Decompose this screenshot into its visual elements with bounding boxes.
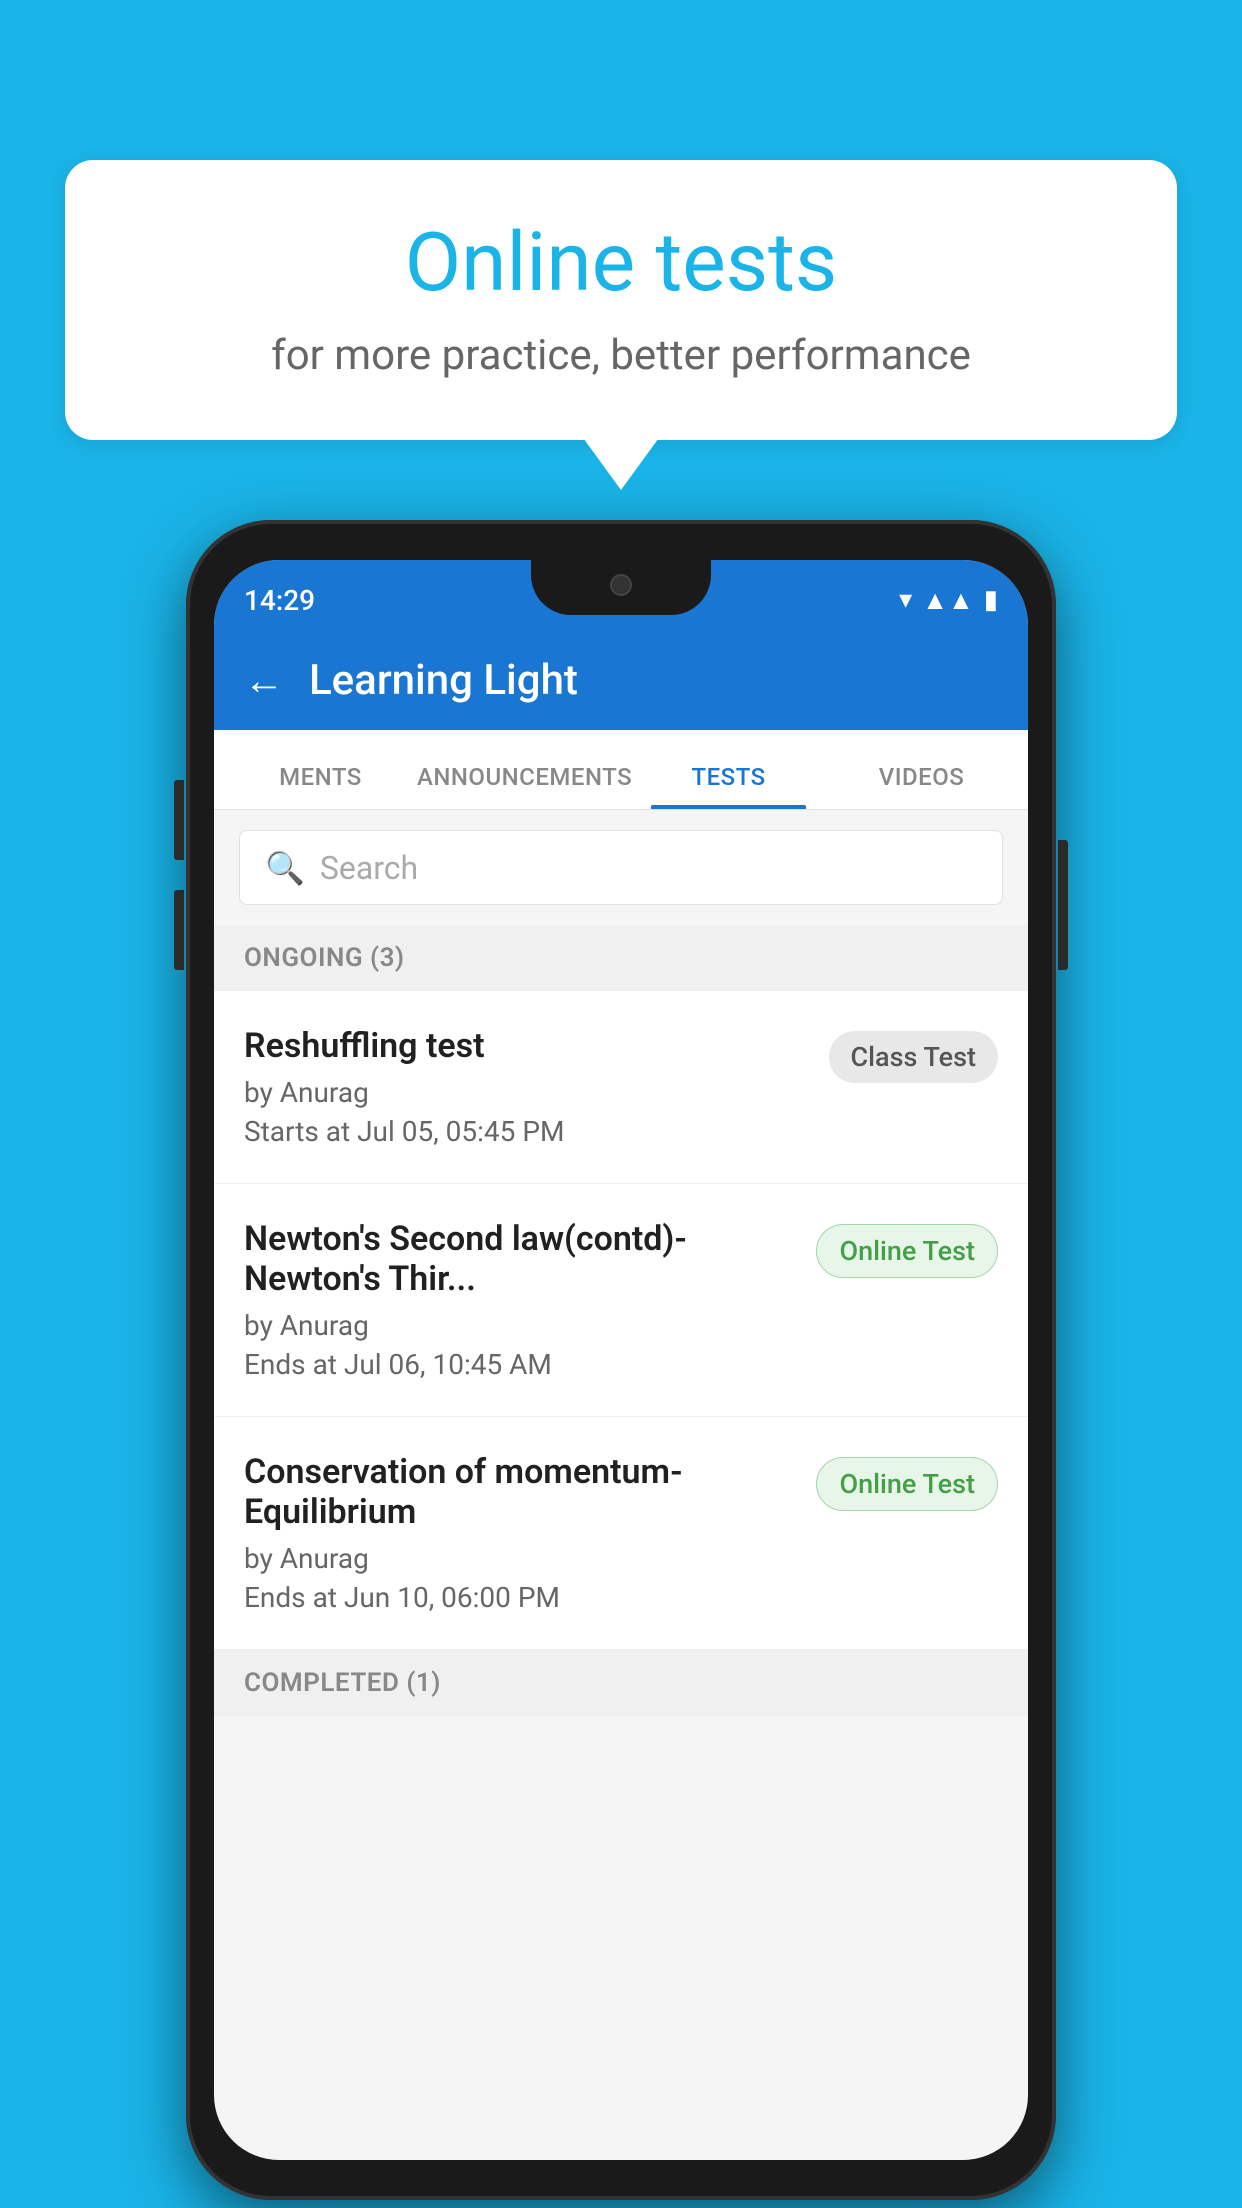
bubble-subtitle: for more practice, better performance (125, 331, 1117, 380)
status-icons: ▾ ▲▲ ▮ (899, 585, 998, 616)
test-badge: Online Test (816, 1457, 998, 1511)
test-time: Ends at Jun 10, 06:00 PM (244, 1581, 796, 1614)
tab-ments[interactable]: MENTS (224, 763, 417, 809)
speech-bubble: Online tests for more practice, better p… (65, 160, 1177, 440)
ongoing-section-header: ONGOING (3) (214, 925, 1028, 991)
test-author: by Anurag (244, 1542, 796, 1575)
test-item[interactable]: Reshuffling test by Anurag Starts at Jul… (214, 991, 1028, 1184)
bubble-title: Online tests (125, 215, 1117, 311)
test-info: Newton's Second law(contd)-Newton's Thir… (244, 1219, 816, 1381)
app-bar-title: Learning Light (309, 656, 578, 705)
app-bar: ← Learning Light (214, 630, 1028, 730)
test-info: Reshuffling test by Anurag Starts at Jul… (244, 1026, 829, 1148)
test-author: by Anurag (244, 1309, 796, 1342)
search-container: 🔍 Search (214, 810, 1028, 925)
test-time: Ends at Jul 06, 10:45 AM (244, 1348, 796, 1381)
test-name: Newton's Second law(contd)-Newton's Thir… (244, 1219, 796, 1299)
test-badge: Online Test (816, 1224, 998, 1278)
test-item[interactable]: Conservation of momentum-Equilibrium by … (214, 1417, 1028, 1650)
tab-announcements[interactable]: ANNOUNCEMENTS (417, 763, 632, 809)
volume-down-button (174, 890, 184, 970)
search-placeholder: Search (320, 849, 418, 887)
phone-screen: 14:29 ▾ ▲▲ ▮ ← Learning Light MENTS ANNO… (214, 560, 1028, 2160)
test-badge: Class Test (829, 1031, 999, 1083)
phone-mockup: 14:29 ▾ ▲▲ ▮ ← Learning Light MENTS ANNO… (186, 520, 1056, 2200)
search-bar[interactable]: 🔍 Search (239, 830, 1003, 905)
tabs-container: MENTS ANNOUNCEMENTS TESTS VIDEOS (214, 730, 1028, 810)
status-time: 14:29 (244, 584, 315, 617)
back-button[interactable]: ← (244, 657, 284, 704)
phone-notch (531, 560, 711, 615)
wifi-icon: ▾ (899, 585, 912, 615)
test-time: Starts at Jul 05, 05:45 PM (244, 1115, 809, 1148)
test-item[interactable]: Newton's Second law(contd)-Newton's Thir… (214, 1184, 1028, 1417)
test-info: Conservation of momentum-Equilibrium by … (244, 1452, 816, 1614)
volume-up-button (174, 780, 184, 860)
search-icon: 🔍 (265, 849, 305, 887)
test-name: Reshuffling test (244, 1026, 809, 1066)
power-button (1058, 840, 1068, 970)
camera-icon (610, 574, 632, 596)
tab-videos[interactable]: VIDEOS (825, 763, 1018, 809)
test-list: Reshuffling test by Anurag Starts at Jul… (214, 991, 1028, 1650)
battery-icon: ▮ (984, 585, 998, 615)
signal-icon: ▲▲ (922, 585, 973, 616)
test-author: by Anurag (244, 1076, 809, 1109)
completed-section-header: COMPLETED (1) (214, 1650, 1028, 1716)
tab-tests[interactable]: TESTS (632, 763, 825, 809)
test-name: Conservation of momentum-Equilibrium (244, 1452, 796, 1532)
